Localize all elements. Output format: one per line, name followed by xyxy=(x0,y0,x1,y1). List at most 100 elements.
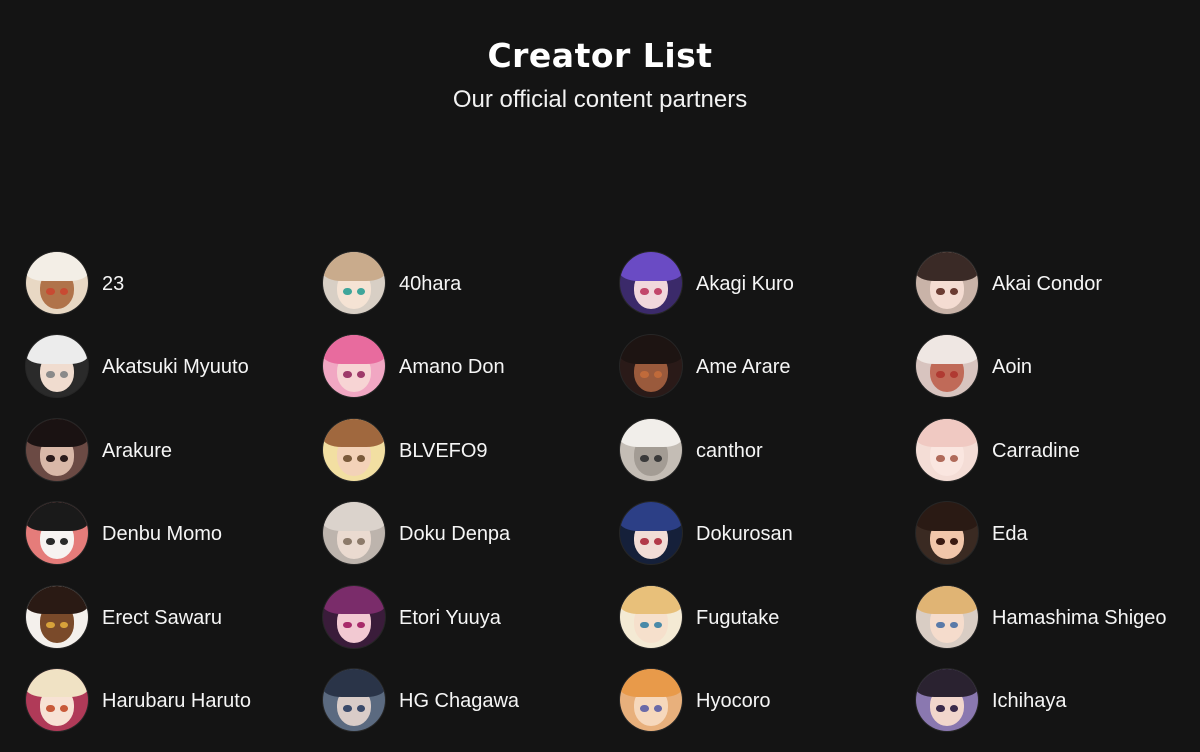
creator-list-item[interactable]: 40hara xyxy=(323,252,620,316)
avatar-eye xyxy=(46,454,55,462)
creator-name[interactable]: Ichihaya xyxy=(992,669,1067,733)
creator-avatar[interactable] xyxy=(323,252,385,314)
creator-list-item[interactable]: Ame Arare xyxy=(620,335,916,399)
creator-name[interactable]: Harubaru Haruto xyxy=(102,669,251,733)
creator-name[interactable]: Akai Condor xyxy=(992,252,1102,316)
creator-name[interactable]: Aoin xyxy=(992,335,1032,399)
creator-avatar[interactable] xyxy=(916,668,978,731)
creator-avatar[interactable] xyxy=(916,585,978,648)
avatar-hair xyxy=(916,252,978,281)
creator-list-item[interactable]: Hyocoro xyxy=(620,668,916,733)
avatar-eye xyxy=(936,454,945,462)
avatar-eye xyxy=(343,621,352,629)
creator-name[interactable]: Denbu Momo xyxy=(102,502,222,566)
creator-list-item[interactable]: Denbu Momo xyxy=(26,502,323,566)
creator-list-item[interactable]: Carradine xyxy=(916,418,1200,483)
creator-name[interactable]: Doku Denpa xyxy=(399,502,510,566)
creator-name[interactable]: 23 xyxy=(102,252,124,316)
creator-avatar[interactable] xyxy=(323,585,385,648)
avatar-hair xyxy=(620,585,682,615)
avatar-hair xyxy=(620,502,682,531)
avatar-eye xyxy=(343,287,352,295)
creator-list-item[interactable]: Amano Don xyxy=(323,335,620,399)
creator-name[interactable]: Erect Sawaru xyxy=(102,586,222,650)
creator-avatar[interactable] xyxy=(620,668,682,731)
creator-name[interactable]: Hamashima Shigeo xyxy=(992,586,1167,650)
creator-avatar[interactable] xyxy=(26,418,88,481)
creator-list-item[interactable]: Hamashima Shigeo xyxy=(916,585,1200,650)
avatar-eye xyxy=(640,621,649,629)
creator-name[interactable]: HG Chagawa xyxy=(399,669,519,733)
creator-avatar[interactable] xyxy=(26,585,88,648)
creator-avatar[interactable] xyxy=(620,502,682,565)
creator-grid: 23 40hara Akagi Kuro Akai Condor Akatsuki My… xyxy=(26,252,1200,752)
creator-list-item[interactable]: Dokurosan xyxy=(620,502,916,566)
creator-avatar[interactable] xyxy=(323,418,385,481)
creator-list-item[interactable]: canthor xyxy=(620,418,916,483)
avatar-hair xyxy=(916,502,978,531)
creator-avatar[interactable] xyxy=(916,502,978,565)
avatar-eye xyxy=(357,538,366,545)
creator-name[interactable]: Amano Don xyxy=(399,335,505,399)
creator-avatar[interactable] xyxy=(323,502,385,565)
creator-name[interactable]: 40hara xyxy=(399,252,461,316)
creator-name[interactable]: BLVEFO9 xyxy=(399,419,488,483)
creator-name[interactable]: Hyocoro xyxy=(696,669,770,733)
avatar-hair xyxy=(620,668,682,698)
creator-name[interactable]: Fugutake xyxy=(696,586,779,650)
creator-list-item[interactable]: Harubaru Haruto xyxy=(26,668,323,733)
creator-name[interactable]: Akagi Kuro xyxy=(696,252,794,316)
creator-name[interactable]: Ame Arare xyxy=(696,335,790,399)
avatar-eye xyxy=(936,538,945,545)
avatar-hair xyxy=(620,335,682,364)
avatar-eye xyxy=(950,287,959,295)
creator-list-item[interactable]: Arakure xyxy=(26,418,323,483)
creator-name[interactable]: Eda xyxy=(992,502,1028,566)
creator-list-item[interactable]: Akagi Kuro xyxy=(620,252,916,316)
creator-avatar[interactable] xyxy=(620,252,682,314)
creator-name[interactable]: Dokurosan xyxy=(696,502,793,566)
creator-list-item[interactable]: Etori Yuuya xyxy=(323,585,620,650)
creator-avatar[interactable] xyxy=(620,585,682,648)
creator-list-item[interactable]: Doku Denpa xyxy=(323,502,620,566)
avatar-hair xyxy=(323,585,385,615)
creator-list-item[interactable]: Ichihaya xyxy=(916,668,1200,733)
avatar-eye xyxy=(654,454,663,462)
creator-list-item[interactable]: Erect Sawaru xyxy=(26,585,323,650)
avatar-hair xyxy=(26,585,88,615)
avatar-hair xyxy=(620,418,682,448)
creator-list-item[interactable]: 23 xyxy=(26,252,323,316)
avatar-hair xyxy=(916,418,978,448)
creator-avatar[interactable] xyxy=(620,418,682,481)
creator-avatar[interactable] xyxy=(916,418,978,481)
creator-avatar[interactable] xyxy=(323,668,385,731)
creator-avatar[interactable] xyxy=(26,502,88,565)
avatar-hair xyxy=(916,668,978,698)
creator-list-item[interactable]: Akai Condor xyxy=(916,252,1200,316)
creator-list-item[interactable]: BLVEFO9 xyxy=(323,418,620,483)
avatar-eye xyxy=(343,371,352,379)
creator-name[interactable]: Akatsuki Myuuto xyxy=(102,335,249,399)
avatar-eye xyxy=(640,287,649,295)
creator-avatar[interactable] xyxy=(916,335,978,398)
creator-avatar[interactable] xyxy=(26,668,88,731)
creator-avatar[interactable] xyxy=(916,252,978,314)
creator-list-item[interactable]: Aoin xyxy=(916,335,1200,399)
creator-name[interactable]: Carradine xyxy=(992,419,1080,483)
avatar-eye xyxy=(936,371,945,379)
creator-list-item[interactable]: Eda xyxy=(916,502,1200,566)
creator-list-item[interactable]: HG Chagawa xyxy=(323,668,620,733)
creator-avatar[interactable] xyxy=(620,335,682,398)
creator-list-item[interactable]: Akatsuki Myuuto xyxy=(26,335,323,399)
creator-list-item[interactable]: Fugutake xyxy=(620,585,916,650)
avatar-eye xyxy=(950,538,959,545)
creator-name[interactable]: canthor xyxy=(696,419,763,483)
creator-avatar[interactable] xyxy=(323,335,385,398)
creator-name[interactable]: Arakure xyxy=(102,419,172,483)
creator-avatar[interactable] xyxy=(26,335,88,398)
avatar-hair xyxy=(323,252,385,281)
avatar-eye xyxy=(936,287,945,295)
avatar-hair xyxy=(26,252,88,281)
creator-avatar[interactable] xyxy=(26,252,88,314)
creator-name[interactable]: Etori Yuuya xyxy=(399,586,501,650)
